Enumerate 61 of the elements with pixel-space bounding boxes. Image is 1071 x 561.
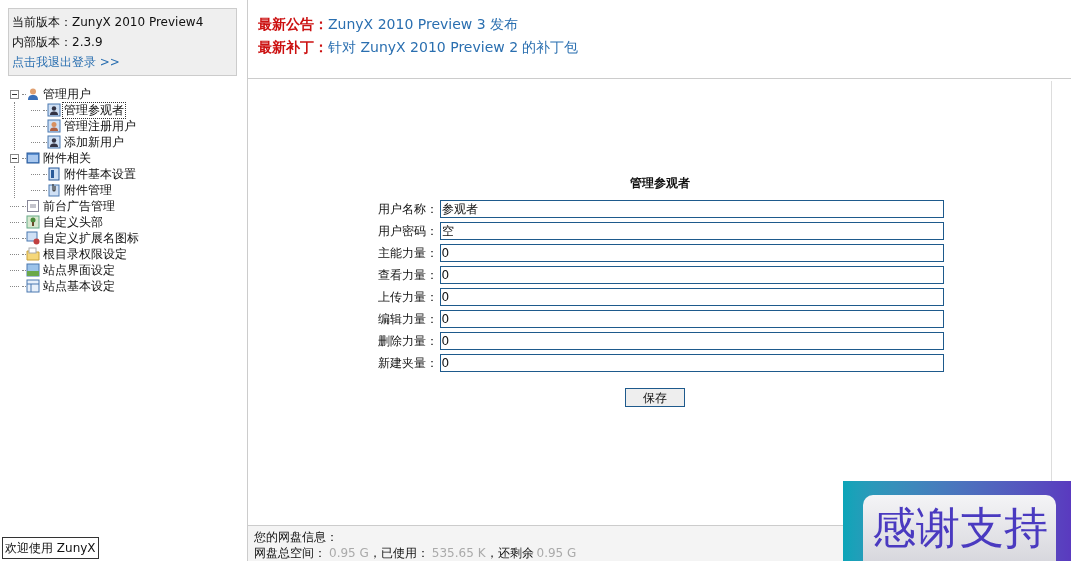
tree-item[interactable]: 前台广告管理 — [42, 198, 116, 214]
user-card-icon — [47, 103, 61, 117]
storage-value: 535.65 K — [431, 545, 486, 561]
field-label: 新建夹量： — [376, 355, 438, 372]
thanks-banner[interactable]: 感谢支持 — [843, 481, 1071, 561]
tree-item[interactable]: 自定义扩展名图标 — [42, 230, 140, 246]
input-field[interactable]: 0 — [439, 244, 944, 262]
storage-value: 0.95 G — [536, 545, 577, 561]
tree-item[interactable]: 添加新用户 — [63, 134, 125, 150]
user-card-icon — [47, 119, 61, 133]
input-field[interactable]: 0 — [439, 332, 944, 350]
save-button[interactable]: 保存 — [624, 388, 685, 407]
collapse-icon[interactable] — [10, 153, 19, 163]
tree-item[interactable]: 根目录权限设定 — [42, 246, 128, 262]
tree-item[interactable]: 附件基本设置 — [63, 166, 137, 182]
storage-value: 0.95 G — [329, 545, 369, 561]
layout-icon — [26, 279, 40, 293]
storage-title: 您的网盘信息： — [254, 529, 338, 545]
tree-item[interactable]: 附件管理 — [63, 182, 113, 198]
field-label: 查看力量： — [376, 267, 438, 284]
book-icon — [47, 167, 61, 181]
folder-icon — [26, 247, 40, 261]
document-icon — [26, 199, 40, 213]
tree-item[interactable]: 站点基本设定 — [42, 278, 116, 294]
tree-item[interactable]: 附件相关 — [42, 150, 92, 166]
input-field[interactable]: 0 — [439, 310, 944, 328]
paperclip-document-icon — [47, 183, 61, 197]
input-field[interactable]: 0 — [439, 354, 944, 372]
user-card-icon — [47, 135, 61, 149]
storage-label: ，还剩余 — [485, 545, 534, 561]
storage-label: ，已使用： — [368, 545, 429, 561]
window-icon — [26, 151, 40, 165]
input-field[interactable]: 0 — [439, 266, 944, 284]
field-label: 编辑力量： — [376, 311, 438, 328]
field-label: 用户密码： — [376, 223, 438, 240]
field-label: 主能力量： — [376, 245, 438, 262]
landscape-icon — [26, 263, 40, 277]
banner-text: 感谢支持 — [871, 503, 1048, 553]
tree-item[interactable]: 站点界面设定 — [42, 262, 116, 278]
field-label: 用户名称： — [376, 201, 438, 218]
user-icon — [26, 87, 40, 101]
field-label: 上传力量： — [376, 289, 438, 306]
welcome-label: 欢迎使用 ZunyX — [2, 537, 99, 559]
input-field[interactable]: 0 — [439, 288, 944, 306]
announcement-link[interactable]: 针对 ZunyX 2010 Preview 2 的补丁包 — [328, 37, 579, 57]
collapse-icon[interactable] — [10, 89, 19, 99]
tree-item[interactable]: 管理用户 — [42, 86, 92, 102]
field-label: 删除力量： — [376, 333, 438, 350]
announcement-label: 最新公告： — [258, 15, 328, 34]
logout-link[interactable]: 点击我退出登录 >> — [12, 53, 233, 71]
version-text: 内部版本：2.3.9 — [12, 34, 104, 51]
tree-item[interactable]: 管理参观者 — [63, 102, 125, 118]
announcement-label: 最新补丁： — [258, 38, 328, 57]
form-title: 管理参观者 — [629, 175, 690, 191]
input-field[interactable]: 空 — [439, 222, 944, 240]
announcement-link[interactable]: ZunyX 2010 Preview 3 发布 — [328, 14, 519, 34]
tree-item[interactable]: 管理注册用户 — [63, 118, 137, 134]
input-field[interactable]: 参观者 — [439, 200, 944, 218]
tree-item[interactable]: 自定义头部 — [42, 214, 104, 230]
storage-label: 网盘总空间： — [254, 545, 326, 561]
version-text: 当前版本：ZunyX 2010 Preview4 — [12, 14, 205, 31]
